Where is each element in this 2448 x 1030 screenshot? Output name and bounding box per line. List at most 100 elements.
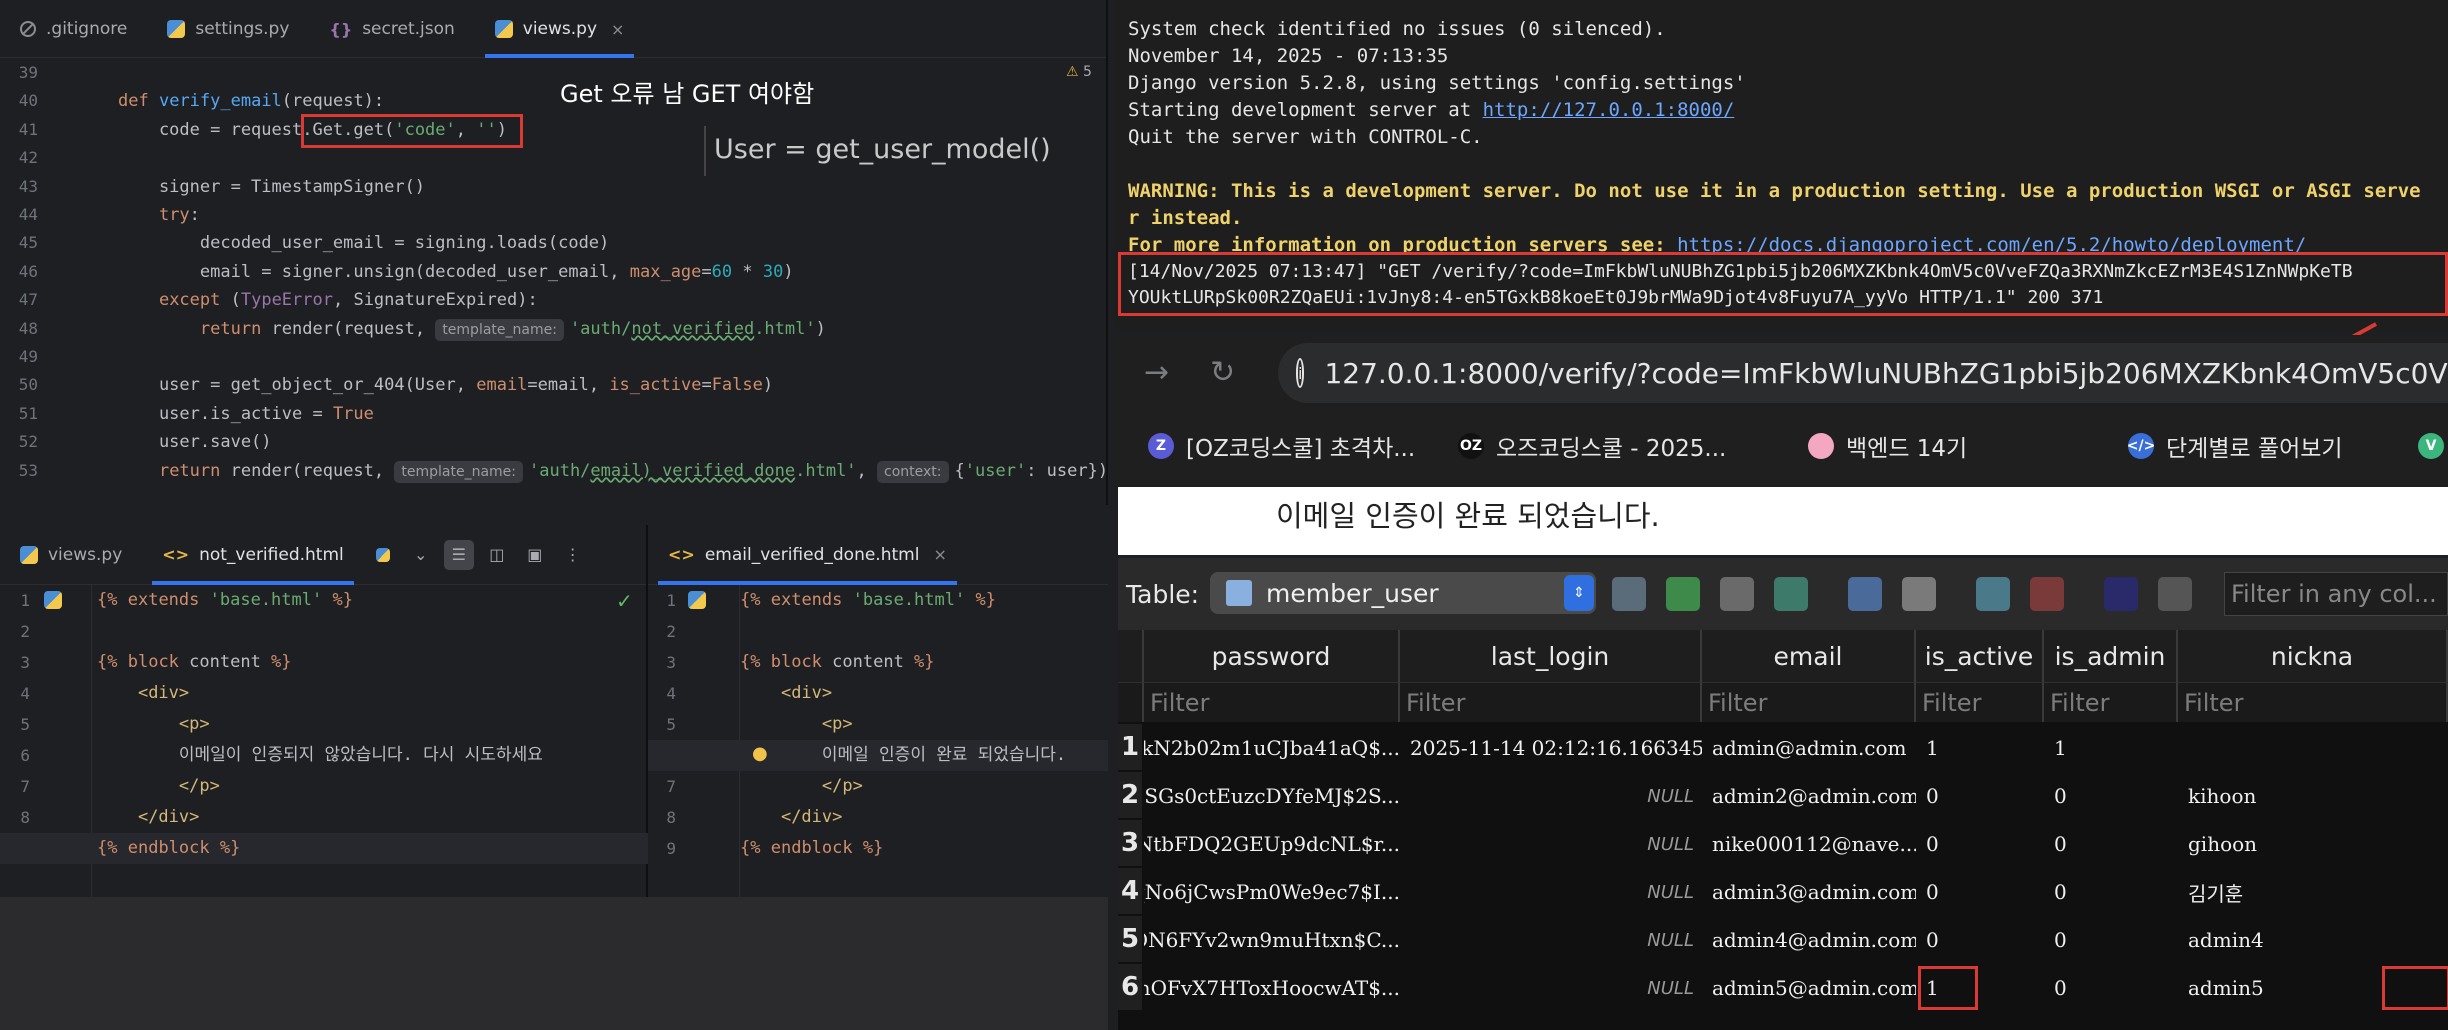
table-cell[interactable]: kihoon (2178, 772, 2448, 820)
table-cell[interactable]: 0 (2044, 820, 2178, 868)
tab-label: email_verified_done.html (704, 544, 920, 565)
print-icon[interactable] (1902, 577, 1936, 611)
more-options-icon[interactable]: ⋮ (558, 540, 588, 570)
row-number[interactable]: 4 (1118, 868, 1142, 914)
column-header[interactable]: last_login (1400, 630, 1702, 682)
table-cell[interactable]: 0 (1916, 820, 2044, 868)
table-cell[interactable]: 2025-11-14 02:12:16.166345 (1400, 724, 1702, 772)
terminal-line: Quit the server with CONTROL-C. (1128, 126, 1483, 148)
row-number[interactable]: 6 (1118, 964, 1142, 1010)
terminal-panel[interactable]: System check identified no issues (0 sil… (1114, 0, 2448, 330)
tab-views-py[interactable]: views.py (0, 525, 142, 585)
line-number: 3 (666, 653, 676, 672)
line-number: 7 (666, 777, 676, 796)
row-number[interactable]: 3 (1118, 820, 1142, 866)
column-header[interactable]: email (1702, 630, 1916, 682)
table-cell[interactable]: 000000$yo8F2qNo6jCwsPm0We9ec7$I... (1144, 868, 1400, 916)
column-filter-input[interactable]: Filter (1400, 682, 1702, 722)
forward-icon[interactable]: → (1144, 355, 1169, 390)
table-cell[interactable]: 김기훈 (2178, 868, 2448, 916)
tab-secret-json[interactable]: {} secret.json (309, 0, 474, 58)
table-cell[interactable]: NULL (1400, 964, 1702, 1012)
table-cell[interactable]: 1 (2044, 724, 2178, 772)
code-area[interactable]: def verify_email(request): code = reques… (118, 59, 1108, 485)
table-cell[interactable]: admin@admin.com (1702, 724, 1916, 772)
table-cell[interactable]: gihoon (2178, 820, 2448, 868)
chevron-down-icon[interactable]: ⌄ (406, 540, 436, 570)
column-filter-input[interactable]: Filter (1916, 682, 2044, 722)
tab-email-verified-done-html[interactable]: <> email_verified_done.html × (648, 525, 967, 585)
bookmark-item[interactable]: Vnike6736 (김기훈) / (2418, 429, 2448, 463)
column-filter-input[interactable]: Filter (1144, 682, 1400, 722)
filter-clear-icon[interactable] (1720, 577, 1754, 611)
table-cell[interactable]: 0 (1916, 916, 2044, 964)
table-cell[interactable]: admin3@admin.com (1702, 868, 1916, 916)
tab-not-verified-html[interactable]: <> not_verified.html (142, 525, 363, 585)
table-cell[interactable]: 1 (1916, 724, 2044, 772)
refresh-icon[interactable] (1666, 577, 1700, 611)
table-cell[interactable]: NULL (1400, 916, 1702, 964)
close-tab-icon[interactable]: × (611, 20, 624, 39)
table-cell[interactable] (2178, 724, 2448, 772)
table-cell[interactable]: NULL (1400, 868, 1702, 916)
table-cell[interactable]: 0 (2044, 772, 2178, 820)
column-header[interactable]: password (1144, 630, 1400, 682)
table-cell[interactable]: nike000112@nave... (1702, 820, 1916, 868)
column-filter-input[interactable]: Filter (2178, 682, 2448, 722)
close-tab-icon[interactable]: × (933, 545, 946, 564)
table-cell[interactable]: 000000$flAZjaON6FYv2wn9muHtxn$C... (1144, 916, 1400, 964)
table-cell[interactable]: 0 (1916, 772, 2044, 820)
bookmark-item[interactable]: 백엔드 14기 (1808, 429, 1967, 463)
site-info-icon[interactable]: i (1296, 358, 1305, 388)
views-editor: .gitignore settings.py {} secret.json vi… (0, 0, 1108, 505)
table-cell[interactable]: NULL (1400, 772, 1702, 820)
bookmark-item[interactable]: </> 단계별로 풀어보기 (2127, 429, 2343, 463)
code-area[interactable]: {% extends 'base.html' %} {% block conte… (97, 585, 543, 864)
row-number[interactable]: 1 (1118, 724, 1142, 770)
table-cell[interactable]: 000000$HBdxckN2b02m1uCJba41aQ$... (1144, 724, 1400, 772)
table-cell[interactable]: 000000$Ccaq8OSGs0ctEuzcDYfeMJ$2S... (1144, 772, 1400, 820)
bookmark-item[interactable]: OZ 오즈코딩스쿨 - 2025... (1458, 429, 1726, 463)
tab-gitignore[interactable]: .gitignore (0, 0, 147, 58)
reload-icon[interactable]: ↻ (1210, 355, 1235, 390)
bookmark-item[interactable]: Z [OZ코딩스쿨] 초격차... (1148, 429, 1415, 463)
tab-views-py[interactable]: views.py × (475, 0, 645, 58)
url-text[interactable]: 127.0.0.1:8000/verify/?code=ImFkbWluNUBh… (1324, 357, 2448, 390)
table-cell[interactable]: NULL (1400, 820, 1702, 868)
split-view-icon[interactable]: ◫ (482, 540, 512, 570)
sort-icon[interactable] (1774, 577, 1808, 611)
column-header[interactable]: is_active (1916, 630, 2044, 682)
table-select[interactable]: member_user ⇕ (1210, 572, 1596, 614)
preview-view-icon[interactable]: ▣ (520, 540, 550, 570)
python-console-icon[interactable] (368, 540, 398, 570)
table-cell[interactable]: admin5@admin.com (1702, 964, 1916, 1012)
table-cell[interactable]: 0 (2044, 964, 2178, 1012)
new-record-icon[interactable] (1976, 577, 2010, 611)
column-header[interactable]: is_admin (2044, 630, 2178, 682)
code-area[interactable]: {% extends 'base.html' %} {% block conte… (740, 585, 1066, 864)
data-grid[interactable]: password Filter last_login Filter email Filte… (1118, 630, 2448, 1030)
server-url-link[interactable]: http://127.0.0.1:8000/ (1483, 99, 1735, 121)
delete-record-icon[interactable] (2030, 577, 2064, 611)
tab-settings-py[interactable]: settings.py (147, 0, 309, 58)
table-cell[interactable]: admin2@admin.com (1702, 772, 1916, 820)
function-icon[interactable] (2104, 577, 2138, 611)
table-cell[interactable]: 0 (2044, 868, 2178, 916)
table-cell[interactable]: 000000$IkFkymOFvX7HToxHoocwAT$... (1144, 964, 1400, 1012)
row-number[interactable]: 5 (1118, 916, 1142, 962)
table-cell[interactable]: 0 (2044, 916, 2178, 964)
column-header[interactable]: nickna (2178, 630, 2448, 682)
save-icon[interactable] (1848, 577, 1882, 611)
editor-only-view-icon[interactable]: ☰ (443, 539, 474, 570)
address-bar[interactable]: i 127.0.0.1:8000/verify/?code=ImFkbWluNU… (1278, 343, 2448, 403)
filter-all-input[interactable]: Filter in any col... (2224, 572, 2448, 616)
insert-record-icon[interactable] (1612, 577, 1646, 611)
row-number[interactable]: 2 (1118, 772, 1142, 818)
column-filter-input[interactable]: Filter (2044, 682, 2178, 722)
chevron-right-icon[interactable] (2158, 577, 2192, 611)
table-cell[interactable]: 000000$QetypsNtbFDQ2GEUp9dcNL$r... (1144, 820, 1400, 868)
table-cell[interactable]: admin4 (2178, 916, 2448, 964)
table-cell[interactable]: admin4@admin.com (1702, 916, 1916, 964)
table-cell[interactable]: 0 (1916, 868, 2044, 916)
column-filter-input[interactable]: Filter (1702, 682, 1916, 722)
